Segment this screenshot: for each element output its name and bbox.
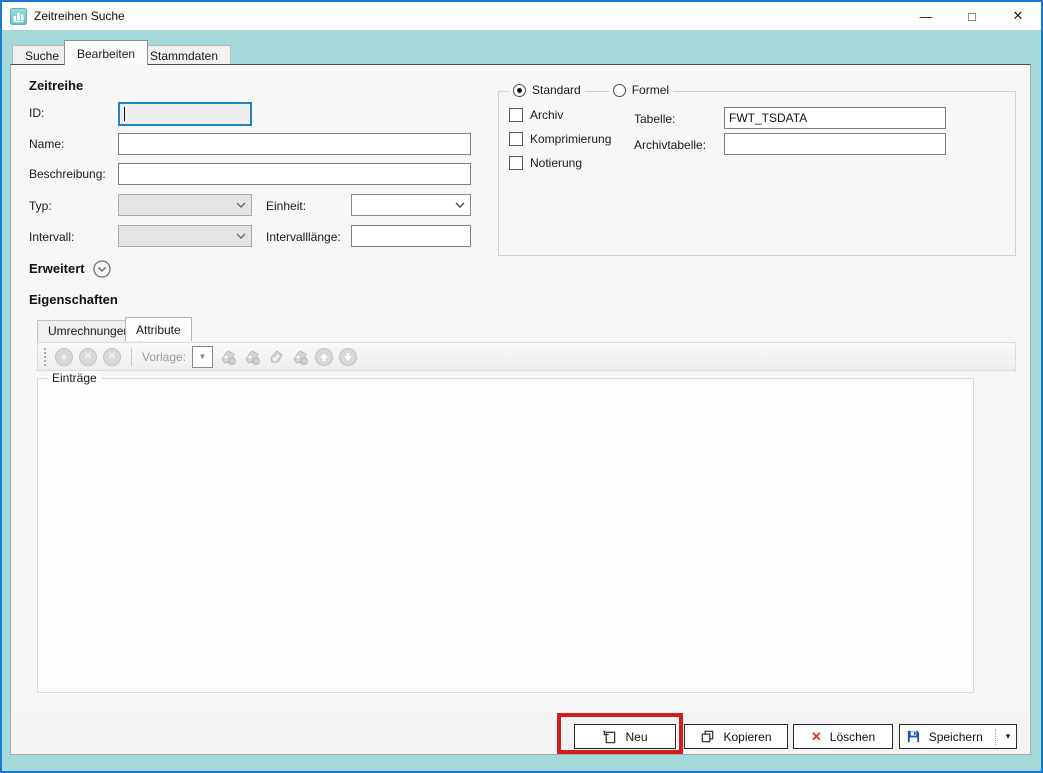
template-add-icon[interactable] (219, 348, 237, 366)
radio-formel-label: Formel (632, 83, 669, 97)
typ-label: Typ: (29, 199, 52, 213)
minimize-icon[interactable]: — (903, 2, 949, 30)
eintraege-group-label: Einträge (48, 371, 101, 385)
arrow-down-icon (343, 352, 353, 362)
tab-bearbeiten[interactable]: Bearbeiten (64, 40, 148, 65)
intervall-dropdown[interactable] (118, 225, 252, 247)
checkbox-icon (509, 156, 523, 170)
tab-page-bearbeiten: Zeitreihe ID: Name: Beschreibung: Typ: E… (10, 64, 1031, 755)
speichern-split-button[interactable]: Speichern ▾ (899, 724, 1017, 749)
radio-standard-label: Standard (532, 83, 581, 97)
template-apply-icon[interactable] (267, 348, 285, 366)
toolbar-separator (131, 348, 132, 366)
name-field[interactable] (118, 133, 471, 155)
close-icon[interactable]: ✕ (995, 2, 1041, 30)
speichern-dropdown-arrow-icon[interactable]: ▾ (1006, 731, 1011, 742)
arrow-up-icon (319, 352, 329, 362)
mode-radio-group: Standard Formel (509, 83, 673, 97)
window-title: Zeitreihen Suche (34, 9, 125, 23)
radio-standard[interactable]: Standard (509, 83, 585, 97)
vorlage-dropdown[interactable]: ▾ (192, 346, 213, 368)
archivtabelle-label: Archivtabelle: (634, 138, 706, 152)
checkbox-komprimierung-label: Komprimierung (530, 132, 611, 146)
chevron-down-icon (236, 200, 246, 210)
kopieren-button-label: Kopieren (723, 730, 771, 744)
einheit-label: Einheit: (266, 199, 306, 213)
name-label: Name: (29, 137, 64, 151)
eintraege-list-area[interactable]: Einträge (37, 378, 974, 693)
checkbox-icon (509, 108, 523, 122)
neu-button-label: Neu (625, 730, 647, 744)
vorlage-label: Vorlage: (142, 350, 186, 364)
intervall-label: Intervall: (29, 230, 74, 244)
beschreibung-label: Beschreibung: (29, 167, 106, 181)
move-down-button[interactable] (339, 348, 357, 366)
text-caret (124, 107, 125, 121)
new-document-icon (602, 729, 617, 744)
remove-all-entries-button[interactable]: ✕ (103, 348, 121, 366)
checkbox-komprimierung[interactable]: Komprimierung (509, 132, 611, 146)
archivtabelle-field[interactable] (724, 133, 946, 155)
window-controls: — □ ✕ (903, 2, 1041, 30)
copy-icon (700, 729, 715, 744)
typ-dropdown[interactable] (118, 194, 252, 216)
loeschen-button-label: Löschen (830, 730, 875, 744)
chevron-down-icon (455, 200, 465, 210)
tab-attribute[interactable]: Attribute (125, 317, 192, 341)
checkbox-archiv-label: Archiv (530, 108, 563, 122)
speichern-button-label: Speichern (929, 730, 983, 744)
intervalllaenge-label: Intervalllänge: (266, 230, 341, 244)
tabelle-field[interactable] (724, 107, 946, 129)
checkbox-notierung-label: Notierung (530, 156, 582, 170)
erweitert-toggle-label: Erweitert (29, 261, 85, 276)
chevron-down-icon (236, 231, 246, 241)
radio-unselected-icon (613, 84, 626, 97)
id-field[interactable] (118, 102, 252, 126)
tabelle-label: Tabelle: (634, 112, 675, 126)
title-bar: Zeitreihen Suche — □ ✕ (2, 2, 1041, 30)
template-remove-icon[interactable] (291, 348, 309, 366)
kopieren-button[interactable]: Kopieren (684, 724, 788, 749)
template-update-icon[interactable] (243, 348, 261, 366)
attribute-toolbar: + ✕ ✕ Vorlage: ▾ (37, 342, 1016, 371)
delete-x-icon: ✕ (811, 729, 822, 745)
beschreibung-field[interactable] (118, 163, 471, 185)
footer-button-bar: Neu Kopieren ✕ Löschen (11, 713, 1030, 754)
intervalllaenge-field[interactable] (351, 225, 471, 247)
split-separator (995, 729, 996, 745)
save-floppy-icon (906, 729, 921, 744)
loeschen-button[interactable]: ✕ Löschen (793, 724, 893, 749)
expand-chevron-icon[interactable] (93, 260, 111, 278)
id-label: ID: (29, 106, 44, 120)
options-groupbox: Standard Formel Archiv Komprimierung Not… (498, 91, 1016, 256)
app-icon (10, 8, 27, 25)
eigenschaften-section-label: Eigenschaften (29, 292, 118, 307)
einheit-dropdown[interactable] (351, 194, 471, 216)
toolbar-grip-handle[interactable] (44, 348, 47, 366)
neu-button[interactable]: Neu (574, 724, 676, 749)
radio-selected-icon (513, 84, 526, 97)
checkbox-archiv[interactable]: Archiv (509, 108, 563, 122)
move-up-button[interactable] (315, 348, 333, 366)
app-window: Zeitreihen Suche — □ ✕ Suche Bearbeiten … (0, 0, 1043, 773)
checkbox-icon (509, 132, 523, 146)
radio-formel[interactable]: Formel (609, 83, 673, 97)
add-entry-button[interactable]: + (55, 348, 73, 366)
section-title-zeitreihe: Zeitreihe (29, 78, 83, 93)
maximize-icon[interactable]: □ (949, 2, 995, 30)
remove-entry-button[interactable]: ✕ (79, 348, 97, 366)
checkbox-notierung[interactable]: Notierung (509, 156, 582, 170)
